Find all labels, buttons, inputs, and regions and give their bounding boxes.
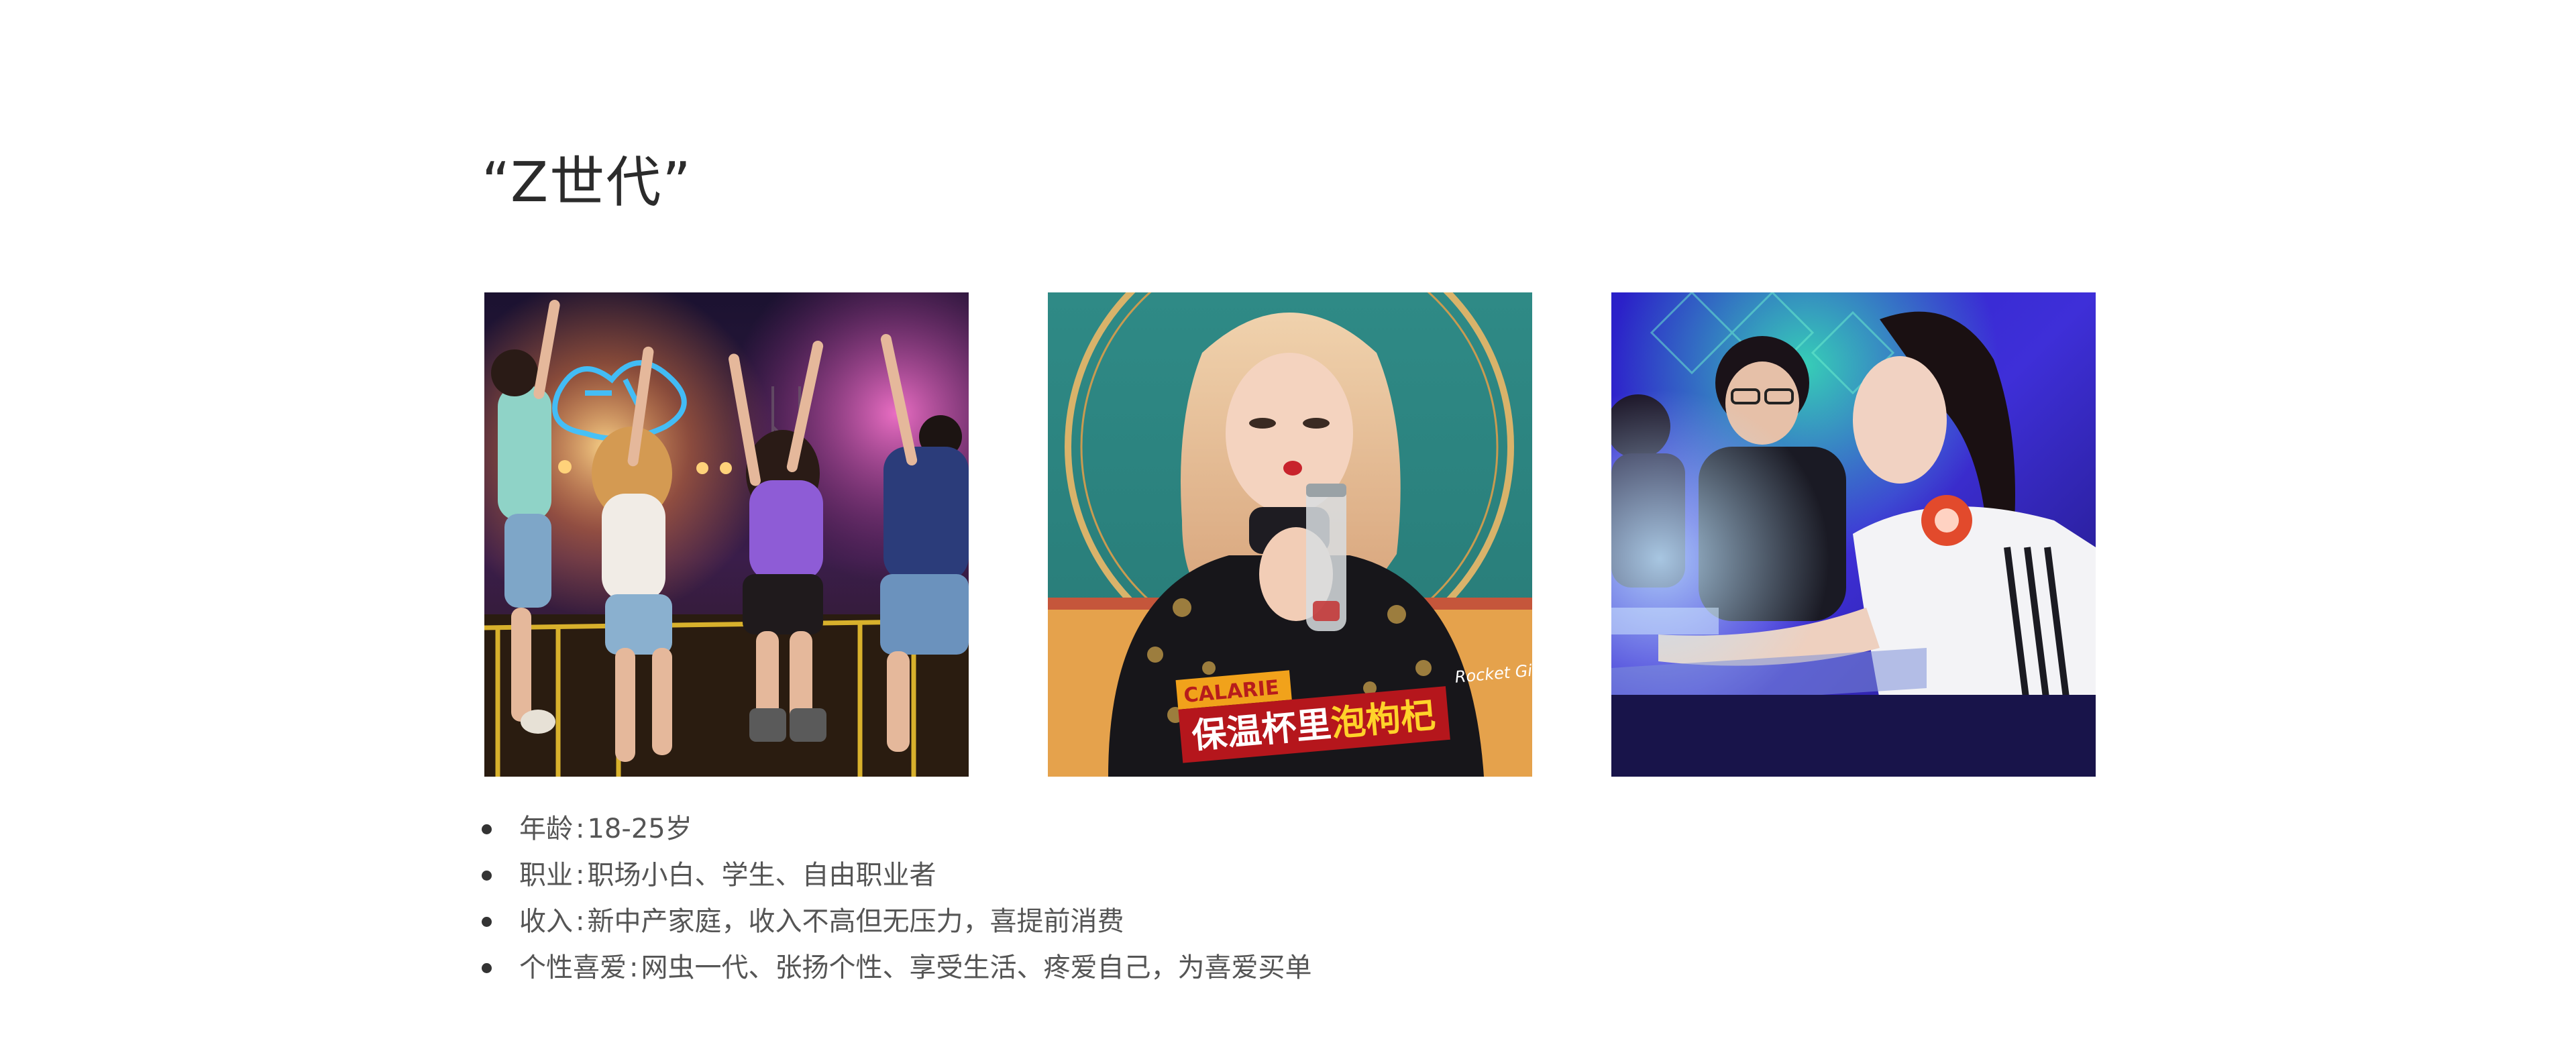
trait-value: 18-25岁 bbox=[587, 814, 692, 844]
trait-label: 收入 bbox=[519, 906, 573, 937]
trait-occupation: 职业: 职场小白、学生、自由职业者 bbox=[482, 852, 1311, 899]
photo-concert-crowd bbox=[484, 292, 969, 777]
trait-income: 收入: 新中产家庭，收入不高但无压力，喜提前消费 bbox=[482, 899, 1311, 945]
bullet-dot bbox=[482, 871, 492, 881]
trait-label: 职业 bbox=[519, 860, 573, 891]
woman-drinking-image: CALARIE 保温杯里 泡枸杞 Rocket Girl bbox=[1048, 292, 1532, 777]
trait-value: 新中产家庭，收入不高但无压力，喜提前消费 bbox=[587, 906, 1124, 937]
trait-separator: : bbox=[629, 952, 639, 983]
photo-woman-drinking: CALARIE 保温杯里 泡枸杞 Rocket Girl bbox=[1048, 292, 1532, 777]
gamers-image bbox=[1611, 292, 2096, 777]
trait-separator: : bbox=[576, 860, 585, 891]
trait-personality: 个性喜爱: 网虫一代、张扬个性、享受生活、疼爱自己，为喜爱买单 bbox=[482, 945, 1311, 991]
section-title: “Z世代” bbox=[482, 151, 692, 215]
photo-gamers bbox=[1611, 292, 2096, 777]
bullet-dot bbox=[482, 963, 492, 973]
concert-crowd-image bbox=[484, 292, 969, 777]
bullet-dot bbox=[482, 824, 492, 834]
trait-separator: : bbox=[576, 906, 585, 937]
trait-value: 职场小白、学生、自由职业者 bbox=[587, 860, 936, 891]
trait-list: 年龄:18-25岁 职业: 职场小白、学生、自由职业者 收入: 新中产家庭，收入不高… bbox=[482, 806, 1311, 991]
trait-value: 网虫一代、张扬个性、享受生活、疼爱自己，为喜爱买单 bbox=[641, 952, 1312, 983]
trait-label: 个性喜爱 bbox=[519, 952, 627, 983]
persona-section: “Z世代” CALARIE 保温杯里 泡枸杞 Rocket Girl 年龄: … bbox=[0, 0, 2576, 1057]
bullet-dot bbox=[482, 917, 492, 927]
trait-age: 年龄:18-25岁 bbox=[482, 806, 1311, 852]
trait-separator: : bbox=[576, 814, 585, 844]
trait-label: 年龄 bbox=[519, 814, 573, 844]
